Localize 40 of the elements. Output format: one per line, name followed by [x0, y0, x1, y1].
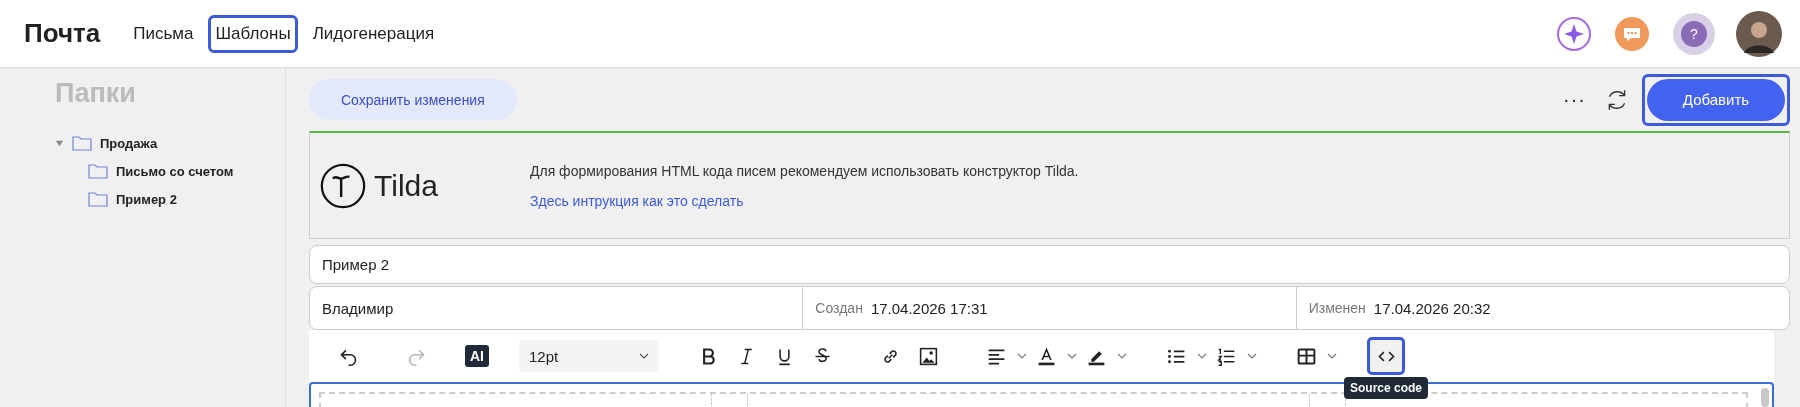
tilda-logo-icon — [320, 162, 366, 209]
scrollbar[interactable] — [1761, 388, 1769, 407]
caret-icon[interactable] — [1327, 353, 1337, 359]
app-logo: Почта — [24, 18, 101, 49]
help-icon[interactable]: ? — [1672, 11, 1716, 56]
folder-item[interactable]: Пример 2 — [116, 191, 177, 207]
caret-icon[interactable] — [1067, 353, 1077, 359]
created-date: 17.04.2026 17:31 — [870, 299, 988, 317]
editor-area[interactable] — [309, 382, 1774, 407]
expand-caret-icon[interactable] — [55, 138, 64, 148]
folder-icon — [88, 191, 108, 207]
font-size-select[interactable]: 12pt — [519, 340, 659, 372]
caret-icon[interactable] — [1117, 353, 1127, 359]
created-label: Создан — [815, 300, 863, 316]
folder-item[interactable]: Письмо со счетом — [116, 163, 234, 179]
add-button[interactable]: Добавить — [1647, 78, 1785, 121]
modified-date: 17.04.2026 20:32 — [1373, 299, 1491, 317]
folder-icon — [88, 163, 108, 179]
brand-name: Tilda — [374, 168, 438, 203]
caret-icon[interactable] — [1017, 353, 1027, 359]
code-icon[interactable] — [1367, 337, 1405, 375]
ai-button[interactable]: AI — [465, 345, 489, 367]
banner-text: Для формирования HTML кода писем рекомендуем использовать конструктор Tilda. — [530, 162, 1079, 179]
nav-tab[interactable]: Шаблоны — [208, 14, 298, 53]
tooltip: Source code — [1344, 377, 1428, 399]
more-button[interactable]: ··· — [1557, 87, 1592, 112]
folder-icon — [72, 135, 92, 151]
chevron-down-icon — [639, 353, 649, 359]
instruction-link[interactable]: Здесь интрукция как это сделать — [530, 192, 1079, 209]
folder-item[interactable]: Продажа — [100, 135, 158, 151]
nav-tab[interactable]: Письма — [126, 14, 201, 53]
caret-icon[interactable] — [1197, 353, 1207, 359]
author-name: Владимир — [322, 299, 394, 317]
avatar-icon[interactable] — [1736, 10, 1782, 57]
nav-tab[interactable]: Лидогенерация — [305, 14, 442, 53]
save-changes-button[interactable]: Сохранить изменения — [309, 79, 517, 120]
caret-icon[interactable] — [1247, 353, 1257, 359]
template-name-field[interactable]: Пример 2 — [309, 245, 1790, 284]
modified-label: Изменен — [1308, 300, 1366, 316]
sparkle-icon[interactable] — [1556, 15, 1592, 52]
